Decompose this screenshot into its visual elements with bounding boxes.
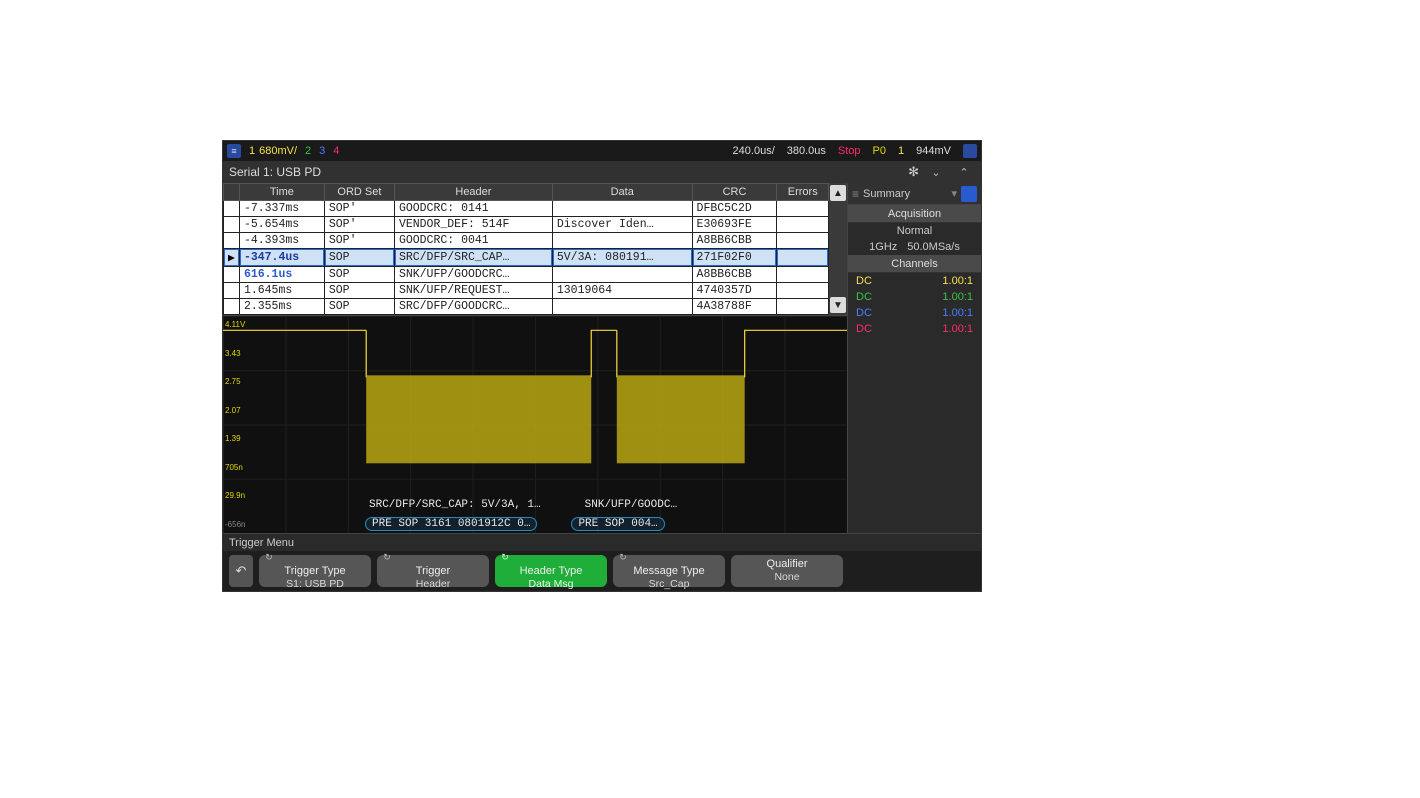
- acquisition-header[interactable]: Acquisition: [848, 205, 981, 223]
- left-column: Time ORD Set Header Data CRC Errors -7.3…: [223, 183, 847, 533]
- sk-value: Header: [416, 578, 450, 591]
- waveform-area[interactable]: 4.11V 3.43 2.75 2.07 1.39 705n 29.9n -65…: [223, 315, 847, 533]
- channel-4-indicator[interactable]: 4: [333, 145, 339, 157]
- table-row[interactable]: -5.654ms SOP' VENDOR_DEF: 514F Discover …: [224, 217, 829, 233]
- sk-value: None: [774, 571, 799, 584]
- trigger-menu-title: Trigger Menu: [223, 533, 981, 551]
- sk-value: S1: USB PD: [286, 578, 344, 591]
- main-area: Time ORD Set Header Data CRC Errors -7.3…: [223, 183, 981, 533]
- softkey-qualifier[interactable]: Qualifier None: [731, 555, 843, 587]
- trigger-channel: 1: [898, 145, 904, 157]
- panel-action-icon[interactable]: [961, 186, 977, 202]
- table-row[interactable]: -7.337ms SOP' GOODCRC: 0141 DFBC5C2D: [224, 201, 829, 217]
- table-scrollbar[interactable]: ▲ ▼: [829, 183, 847, 315]
- knob-icon: ↻: [383, 551, 391, 564]
- knob-icon: ↻: [619, 551, 627, 564]
- panel-menu-icon[interactable]: ≡: [852, 187, 859, 201]
- wave-decode-labels: SRC/DFP/SRC_CAP: 5V/3A, 1… SNK/UFP/GOODC…: [259, 499, 843, 511]
- serial-title-row: Serial 1: USB PD ✻ ⌄ ⌃: [223, 161, 981, 183]
- softkey-message-type[interactable]: ↻ Message Type Src_Cap: [613, 555, 725, 587]
- softkey-trigger[interactable]: ↻ Trigger Header: [377, 555, 489, 587]
- channels-header[interactable]: Channels: [848, 255, 981, 273]
- acq-bw-rate: 1GHz 50.0MSa/s: [848, 239, 981, 255]
- proto-bubble-1: PRE SOP 3161 0801912C 0…: [365, 517, 537, 531]
- sk-label: Header Type: [520, 565, 583, 578]
- sk-label: Qualifier: [767, 558, 808, 571]
- table-row[interactable]: -4.393ms SOP' GOODCRC: 0041 A8BB6CBB: [224, 233, 829, 249]
- trigger-p0: P0: [873, 145, 886, 157]
- table-row-selected[interactable]: ▶ -347.4us SOP SRC/DFP/SRC_CAP… 5V/3A: 0…: [224, 249, 829, 267]
- decode-table: Time ORD Set Header Data CRC Errors -7.3…: [223, 183, 829, 315]
- back-button[interactable]: ↶: [229, 555, 253, 587]
- summary-label: Summary: [863, 188, 947, 200]
- topbar-action-icon[interactable]: [963, 144, 977, 158]
- table-row[interactable]: 616.1us SOP SNK/UFP/GOODCRC… A8BB6CBB: [224, 267, 829, 283]
- back-icon: ↶: [236, 563, 247, 579]
- delay[interactable]: 380.0us: [787, 145, 826, 157]
- sk-value: Src_Cap: [649, 578, 690, 591]
- waveform-trace: [223, 316, 847, 500]
- col-crc[interactable]: CRC: [692, 184, 777, 201]
- ch3-summary[interactable]: DC 1.00:1: [848, 305, 981, 321]
- acq-mode: Normal: [848, 223, 981, 239]
- col-time[interactable]: Time: [239, 184, 324, 201]
- table-row[interactable]: 2.355ms SOP SRC/DFP/GOODCRC… 4A38788F: [224, 299, 829, 315]
- oscilloscope-app: ≡ 1 680mV/ 2 3 4 240.0us/ 380.0us Stop P…: [222, 140, 982, 592]
- softkey-header-type[interactable]: ↻ Header Type Data Msg: [495, 555, 607, 587]
- sk-value: Data Msg: [529, 578, 574, 591]
- trigger-level[interactable]: 944mV: [916, 145, 951, 157]
- run-stop-status[interactable]: Stop: [838, 145, 861, 157]
- channel-2-indicator[interactable]: 2: [305, 145, 311, 157]
- sk-label: Message Type: [633, 565, 704, 578]
- gear-icon[interactable]: ✻: [908, 164, 919, 180]
- ch1-summary[interactable]: DC 1.00:1: [848, 273, 981, 289]
- ch4-summary[interactable]: DC 1.00:1: [848, 321, 981, 337]
- col-data[interactable]: Data: [552, 184, 692, 201]
- wave-decode-2: SNK/UFP/GOODC…: [585, 499, 677, 511]
- decode-table-wrap: Time ORD Set Header Data CRC Errors -7.3…: [223, 183, 847, 315]
- proto-bubble-2: PRE SOP 004…: [571, 517, 664, 531]
- wave-protocol-row: PRE SOP 3161 0801912C 0… PRE SOP 004…: [259, 517, 843, 531]
- serial-title: Serial 1: USB PD: [229, 165, 321, 179]
- sk-label: Trigger Type: [284, 565, 345, 578]
- chevron-down-icon[interactable]: ⌄: [925, 166, 947, 179]
- scroll-up-icon[interactable]: ▲: [830, 185, 846, 201]
- chevron-up-icon[interactable]: ⌃: [953, 166, 975, 179]
- knob-icon: ↻: [265, 551, 273, 564]
- scroll-down-icon[interactable]: ▼: [830, 297, 846, 313]
- summary-panel: ≡ Summary ▾ Acquisition Normal 1GHz 50.0…: [847, 183, 981, 533]
- panel-collapse-icon[interactable]: ▾: [951, 187, 957, 200]
- wave-decode-1: SRC/DFP/SRC_CAP: 5V/3A, 1…: [369, 499, 541, 511]
- trigger-softkey-row: ↶ ↻ Trigger Type S1: USB PD ↻ Trigger He…: [223, 551, 981, 591]
- channel-1-scale[interactable]: 1 680mV/: [249, 145, 297, 157]
- col-ordset[interactable]: ORD Set: [324, 184, 394, 201]
- col-errors[interactable]: Errors: [777, 184, 829, 201]
- scope-menu-icon[interactable]: ≡: [227, 144, 241, 158]
- sk-label: Trigger: [416, 565, 450, 578]
- softkey-trigger-type[interactable]: ↻ Trigger Type S1: USB PD: [259, 555, 371, 587]
- channel-3-indicator[interactable]: 3: [319, 145, 325, 157]
- selected-row-arrow-icon: ▶: [224, 249, 240, 267]
- timebase[interactable]: 240.0us/: [733, 145, 775, 157]
- knob-icon: ↻: [501, 551, 509, 564]
- table-row[interactable]: 1.645ms SOP SNK/UFP/REQUEST… 13019064 47…: [224, 283, 829, 299]
- top-info-bar: ≡ 1 680mV/ 2 3 4 240.0us/ 380.0us Stop P…: [223, 141, 981, 161]
- ch2-summary[interactable]: DC 1.00:1: [848, 289, 981, 305]
- table-header-row: Time ORD Set Header Data CRC Errors: [224, 184, 829, 201]
- channel-1-vdiv: 680mV/: [259, 145, 297, 157]
- col-header[interactable]: Header: [394, 184, 552, 201]
- channel-1-num: 1: [249, 145, 255, 157]
- summary-titlebar: ≡ Summary ▾: [848, 183, 981, 205]
